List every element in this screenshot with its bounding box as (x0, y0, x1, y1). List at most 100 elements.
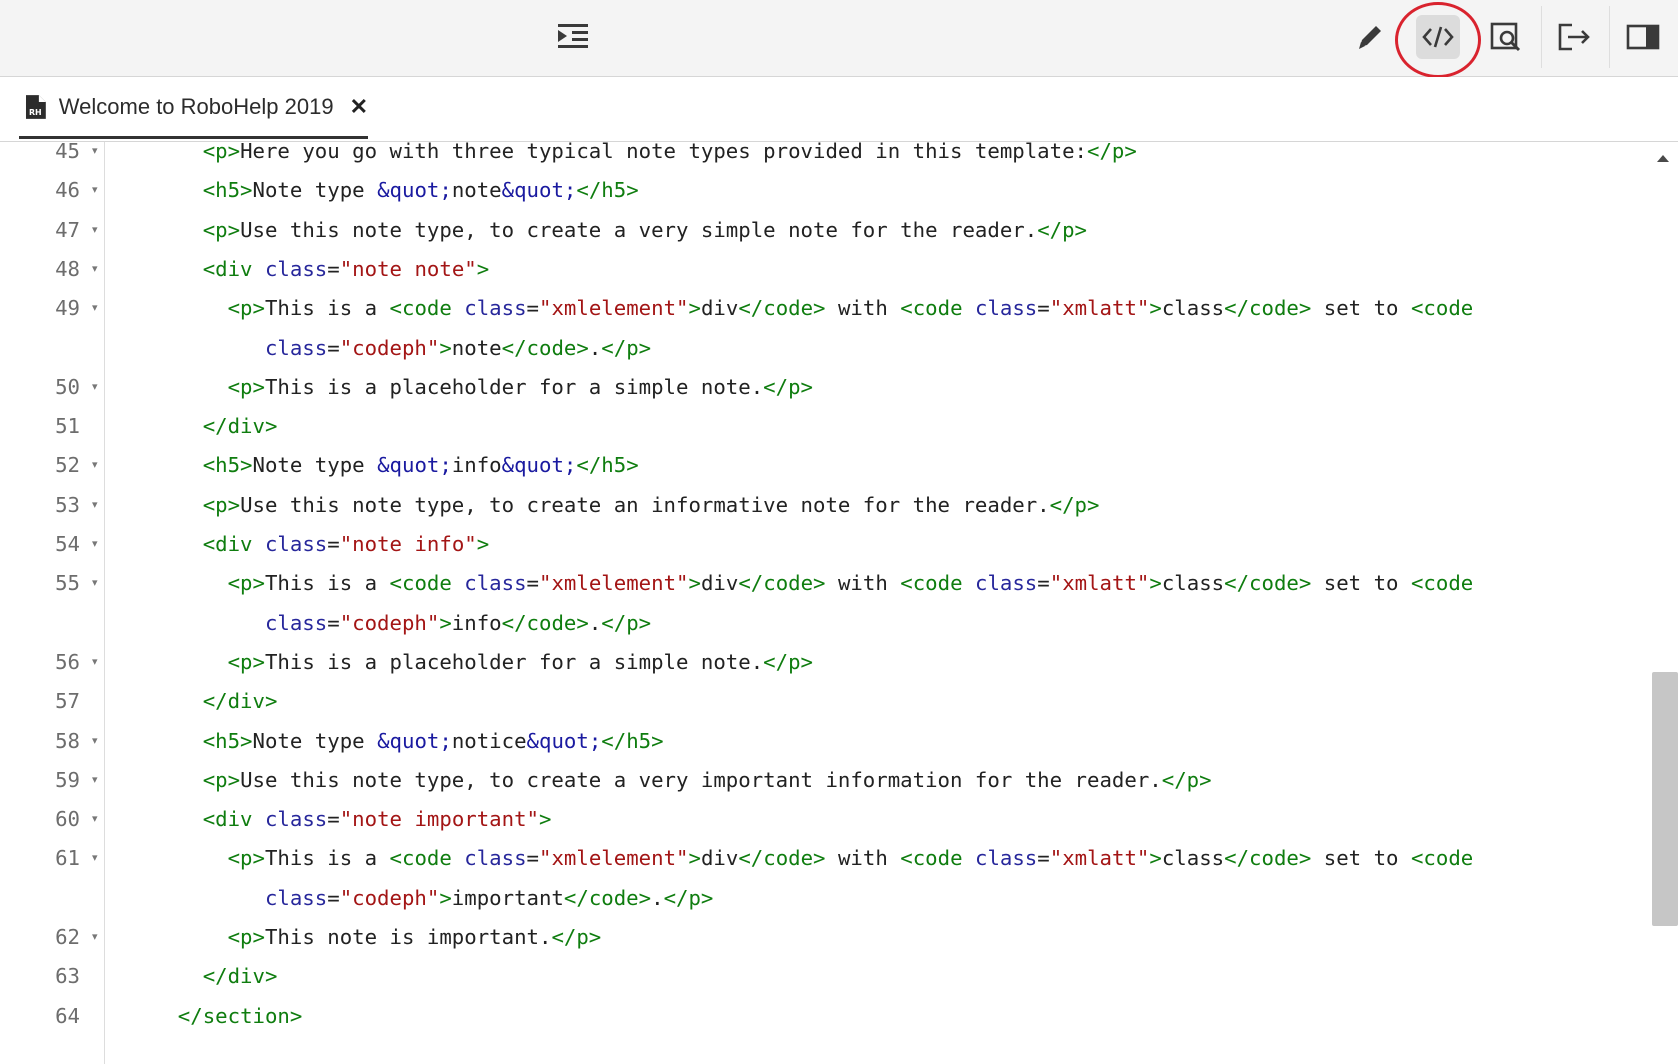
line-number: 64 (55, 1003, 80, 1028)
scrollbar-thumb[interactable] (1652, 672, 1678, 926)
code-token: = (526, 846, 540, 871)
indent-toggle-button[interactable] (551, 15, 595, 59)
code-token: </p> (1161, 767, 1212, 792)
code-token: </code> (738, 571, 826, 596)
svg-text:RH: RH (29, 107, 42, 116)
code-token: &quot; (377, 453, 452, 478)
code-token: This is a (264, 296, 390, 321)
code-token: = (526, 296, 540, 321)
document-tab[interactable]: RH Welcome to RoboHelp 2019 ✕ (19, 77, 368, 139)
code-token: important (451, 885, 564, 910)
code-token: "xmlelement" (539, 846, 689, 871)
code-line[interactable]: </div> (203, 956, 278, 996)
code-line[interactable]: </section> (178, 996, 303, 1036)
code-token: &quot; (377, 178, 452, 203)
code-line[interactable]: <div class="note important"> (203, 799, 552, 839)
author-mode-button[interactable] (1348, 15, 1392, 59)
code-token: > (688, 846, 701, 871)
fold-arrow-icon[interactable]: ▾ (92, 760, 98, 800)
properties-panel-button[interactable] (1621, 15, 1665, 59)
code-token: > (688, 571, 701, 596)
code-token: </code> (1224, 296, 1312, 321)
line-number (0, 878, 80, 918)
fold-arrow-icon[interactable]: ▾ (92, 799, 98, 839)
code-token: <p> (202, 217, 241, 242)
fold-arrow-icon[interactable]: ▾ (92, 170, 98, 210)
code-line[interactable]: <div class="note note"> (203, 249, 490, 289)
fold-arrow-icon[interactable]: ▾ (92, 524, 98, 564)
code-token: <div (202, 532, 265, 556)
code-line[interactable]: <div class="note info"> (203, 524, 490, 564)
code-token: = (526, 571, 540, 596)
source-mode-button[interactable] (1416, 15, 1460, 59)
code-token: </code> (563, 885, 652, 910)
fold-arrow-icon[interactable]: ▾ (92, 445, 98, 485)
code-token: </p> (551, 925, 602, 949)
code-line[interactable]: <p>Use this note type, to create a very … (203, 210, 1087, 250)
code-line[interactable]: <h5>Note type &quot;note&quot;</h5> (203, 170, 639, 210)
preview-button[interactable] (1484, 15, 1528, 59)
code-token: </div> (202, 964, 278, 989)
code-token: div (700, 296, 739, 321)
code-icon (1422, 26, 1454, 48)
fold-arrow-icon[interactable]: ▾ (92, 367, 98, 407)
code-token: > (439, 610, 452, 635)
close-icon[interactable]: ✕ (350, 95, 368, 118)
code-area[interactable]: <p> Here you go with three typical note t… (104, 142, 1644, 1064)
code-token: > (1149, 296, 1162, 321)
code-token: class (264, 610, 328, 635)
code-line[interactable]: </div> (203, 406, 278, 446)
code-token: Here you go with three typical note type… (240, 142, 1087, 163)
code-line[interactable]: class="codeph">important</code>.</p> (265, 878, 713, 918)
code-line[interactable]: class="codeph">info</code>.</p> (265, 603, 651, 643)
fold-arrow-icon[interactable]: ▾ (92, 563, 98, 603)
fold-arrow-icon[interactable]: ▾ (92, 838, 98, 878)
code-line[interactable]: <p>This is a placeholder for a simple no… (228, 367, 813, 407)
code-token: <p> (202, 492, 241, 517)
code-token: class (1161, 571, 1225, 596)
code-editor[interactable]: 45 ▾ 46 ▾ 47 ▾ 48 ▾ 49 ▾ 50 ▾ 51 52 ▾ 53 ▾ 54 ▾ 55 ▾ 56 ▾ 57 58 ▾… (0, 142, 1678, 1064)
code-token: <code (1410, 571, 1474, 596)
code-token: class (1161, 296, 1225, 321)
code-token: <h5> (202, 453, 253, 478)
code-token: <h5> (202, 178, 253, 203)
code-token: <p> (227, 571, 265, 596)
code-token: </p> (1087, 142, 1137, 163)
code-token: = (327, 532, 340, 556)
fold-arrow-icon[interactable]: ▾ (92, 288, 98, 328)
code-token: = (1037, 846, 1050, 871)
code-token: . (651, 885, 664, 910)
line-number: 63 (55, 964, 80, 989)
code-line[interactable]: <h5>Note type &quot;notice&quot;</h5> (203, 721, 664, 761)
code-token: &quot; (377, 728, 452, 753)
fold-arrow-icon[interactable]: ▾ (92, 721, 98, 761)
code-token: </p> (763, 649, 813, 674)
code-token: > (439, 885, 452, 910)
code-line[interactable]: <p>Use this note type, to create an info… (203, 485, 1100, 525)
toolbar-divider (1541, 6, 1542, 68)
fold-arrow-icon[interactable]: ▾ (92, 485, 98, 525)
code-line[interactable]: <p>This note is important.</p> (228, 917, 602, 957)
scroll-up-arrow-icon[interactable] (1651, 150, 1675, 166)
code-token: </p> (1049, 492, 1100, 517)
fold-arrow-icon[interactable]: ▾ (92, 917, 98, 957)
code-token: <p> (227, 374, 265, 399)
code-line[interactable]: <p>This is a <code class="xmlelement">di… (228, 838, 1474, 878)
code-token: class (264, 256, 328, 281)
code-token: </div> (202, 689, 278, 714)
export-button[interactable] (1553, 15, 1597, 59)
fold-arrow-icon[interactable]: ▾ (92, 210, 98, 250)
code-token: class (974, 846, 1038, 871)
fold-arrow-icon[interactable]: ▾ (92, 642, 98, 682)
code-line[interactable]: <p>This is a <code class="xmlelement">di… (228, 288, 1474, 328)
code-line[interactable]: <p>Use this note type, to create a very … (203, 760, 1212, 800)
code-line[interactable]: <p>This is a <code class="xmlelement">di… (228, 563, 1474, 603)
fold-arrow-icon[interactable]: ▾ (92, 142, 98, 171)
code-line[interactable]: <p>Here you go with three typical note t… (203, 142, 1137, 171)
fold-arrow-icon[interactable]: ▾ (92, 249, 98, 289)
code-token: <p> (227, 846, 265, 871)
code-line[interactable]: </div> (203, 681, 278, 721)
code-line[interactable]: <h5>Note type &quot;info&quot;</h5> (203, 445, 639, 485)
code-line[interactable]: class="codeph">note</code>.</p> (265, 328, 651, 368)
code-line[interactable]: <p>This is a placeholder for a simple no… (228, 642, 813, 682)
